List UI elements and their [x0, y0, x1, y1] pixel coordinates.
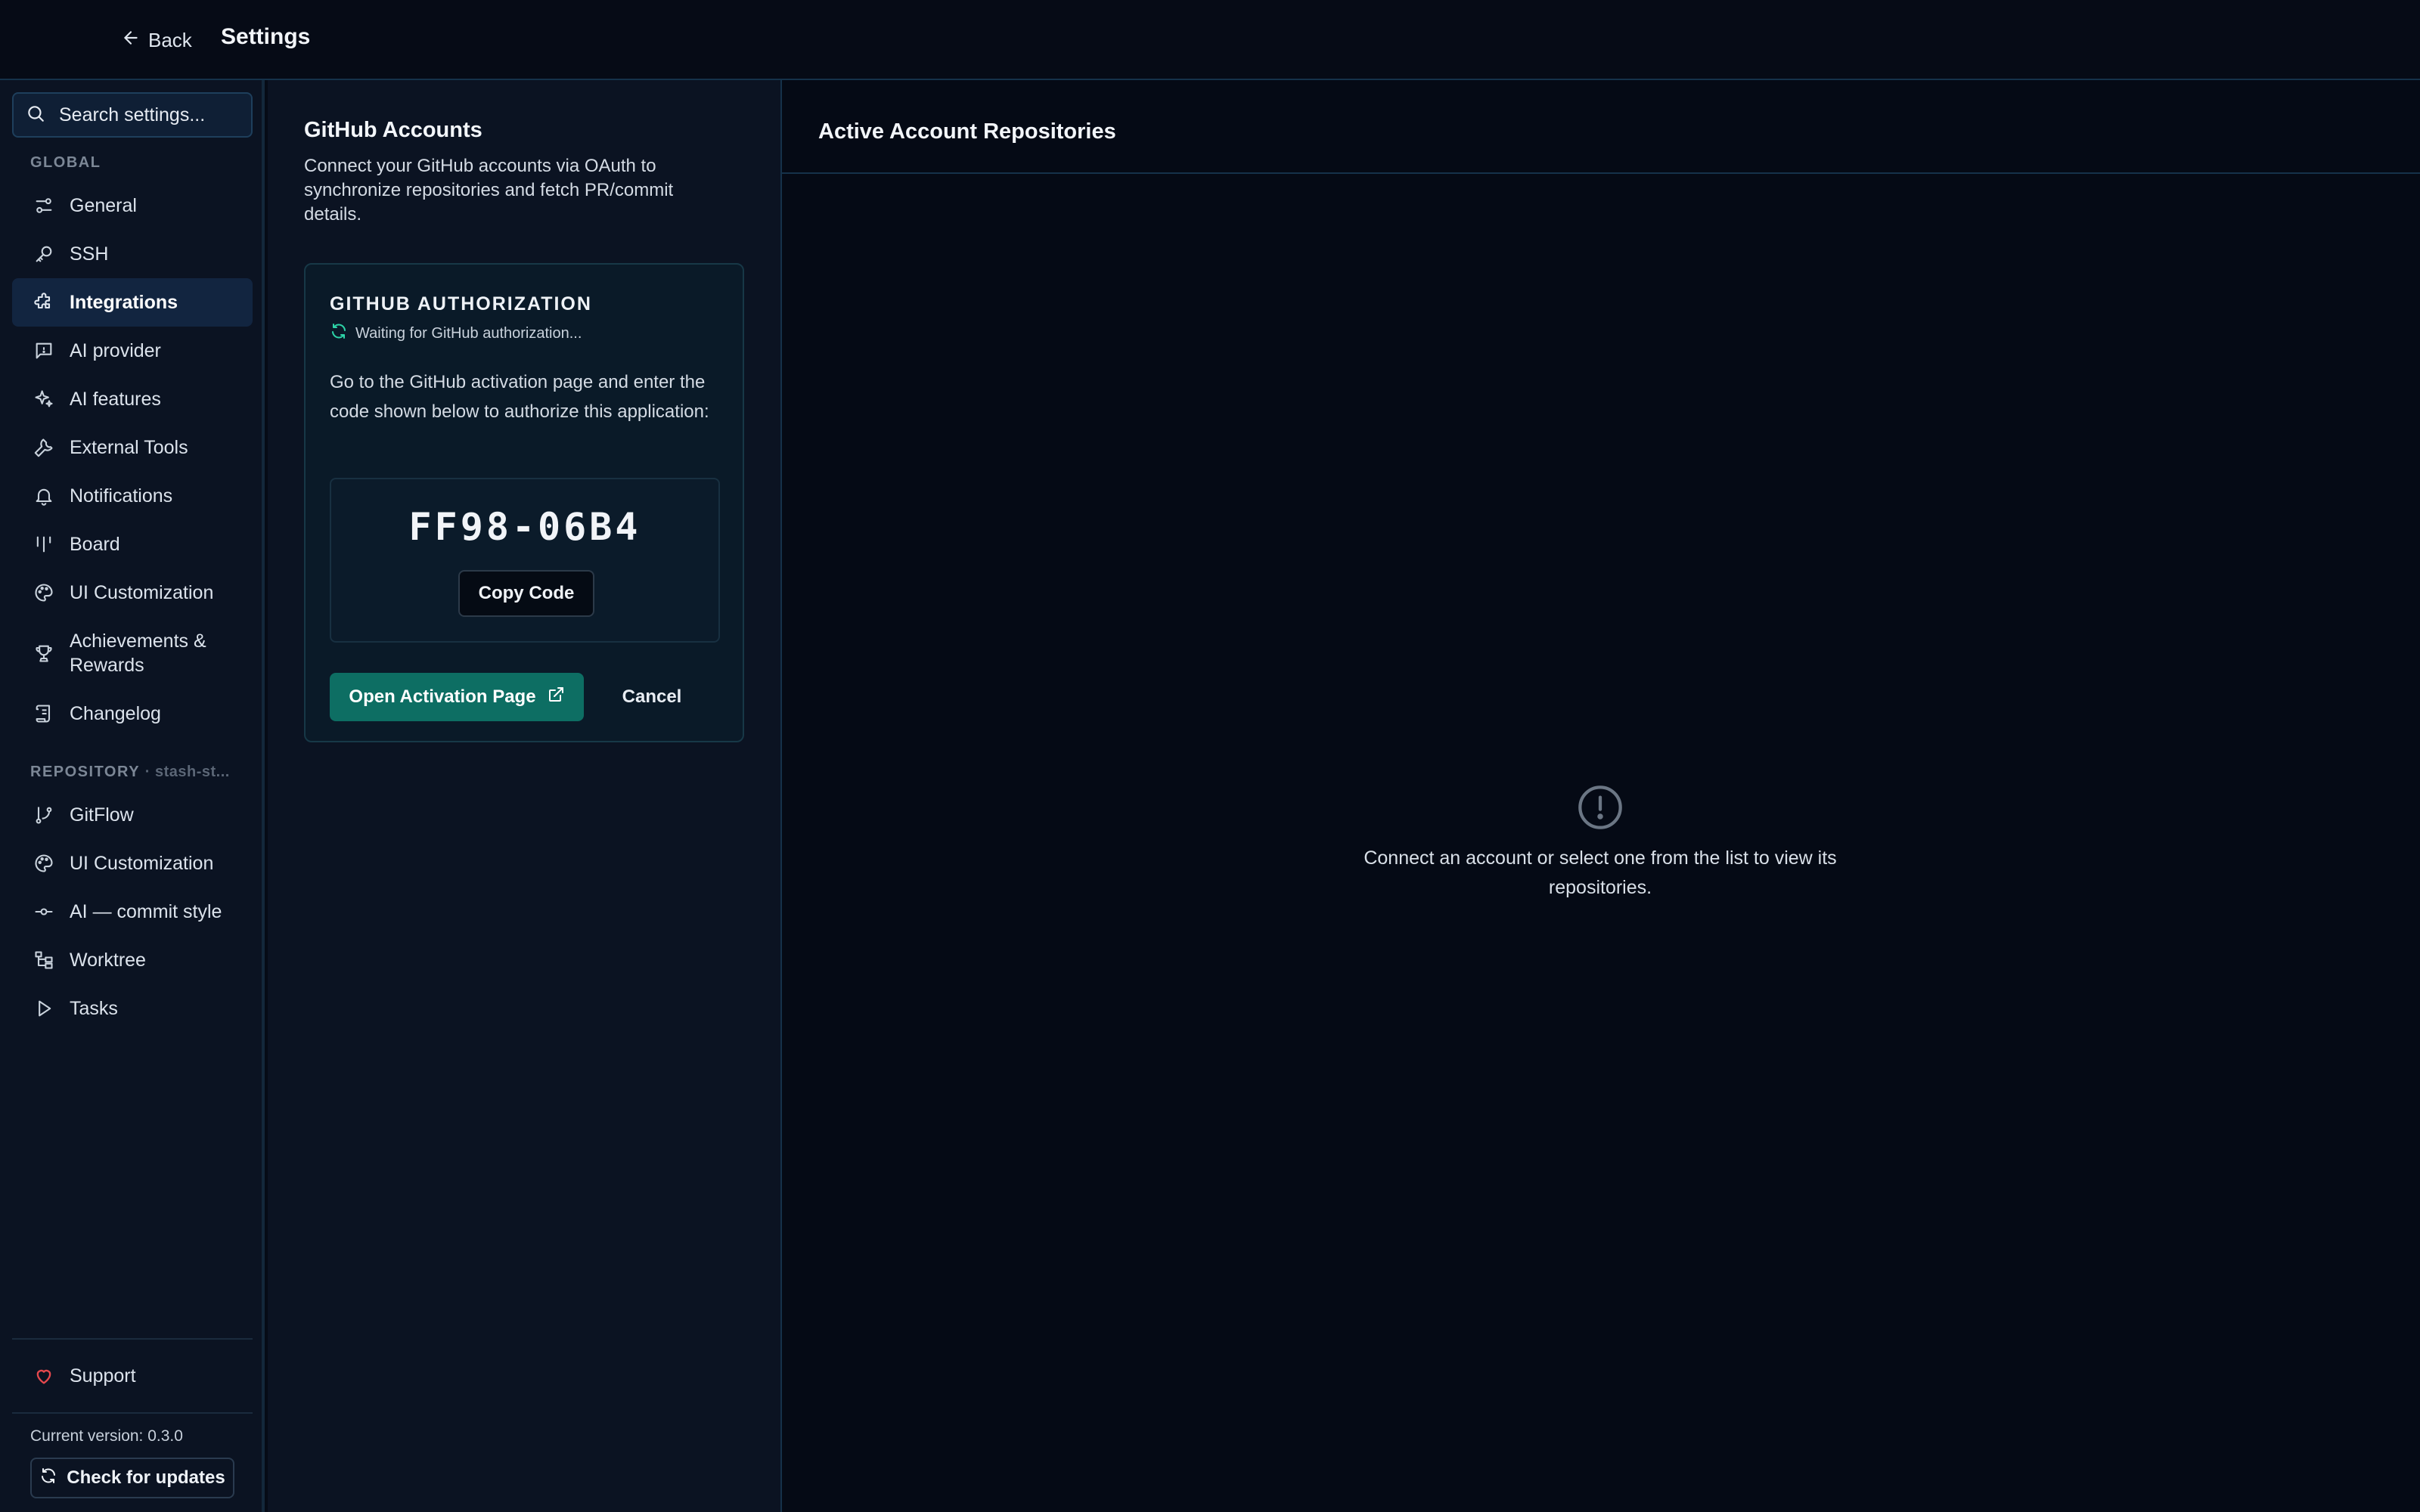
sidebar-item-label: UI Customization [70, 581, 214, 603]
check-updates-button[interactable]: Check for updates [30, 1458, 234, 1498]
message-icon [33, 340, 54, 361]
git-commit-icon [33, 901, 54, 922]
github-accounts-panel: GitHub Accounts Connect your GitHub acco… [268, 80, 782, 1512]
sidebar-item-external-tools[interactable]: External Tools [12, 423, 253, 472]
sidebar-item-label: GitFlow [70, 804, 134, 826]
sidebar-item-board[interactable]: Board [12, 520, 253, 569]
wrench-icon [33, 437, 54, 458]
trophy-icon [33, 643, 54, 664]
heart-icon [33, 1365, 54, 1387]
sliders-icon [33, 195, 54, 216]
sidebar-divider [12, 1412, 253, 1414]
sidebar-item-label: AI features [70, 388, 161, 410]
search-input[interactable] [59, 104, 240, 126]
github-authorization-card: GITHUB AUTHORIZATION Waiting for GitHub … [304, 263, 744, 742]
arrow-left-icon [121, 28, 141, 53]
auth-status-text: Waiting for GitHub authorization... [355, 324, 582, 342]
sidebar-item-label: Worktree [70, 949, 146, 971]
page-title: Settings [221, 24, 311, 49]
sidebar-item-worktree[interactable]: Worktree [12, 936, 253, 984]
sidebar-item-label: Integrations [70, 291, 178, 313]
open-activation-label: Open Activation Page [349, 686, 536, 707]
spinner-icon [330, 322, 348, 345]
sidebar-item-ai-features[interactable]: AI features [12, 375, 253, 423]
repositories-title: Active Account Repositories [818, 119, 1116, 144]
sidebar-item-label: UI Customization [70, 852, 214, 874]
top-bar: Back Settings [0, 0, 2420, 80]
auth-title: GITHUB AUTHORIZATION [330, 293, 592, 314]
settings-app: Back Settings GLOBAL General SSH Integra… [0, 0, 2420, 1512]
play-icon [33, 998, 54, 1019]
settings-sidebar: GLOBAL General SSH Integrations AI provi… [0, 80, 265, 1512]
sidebar-item-label: AI provider [70, 339, 161, 361]
sidebar-item-general[interactable]: General [12, 181, 253, 230]
repositories-panel: Active Account Repositories Connect an a… [782, 80, 2420, 1512]
sidebar-item-ai-commit-style[interactable]: AI — commit style [12, 888, 253, 936]
sidebar-item-label: Achievements & Rewards [70, 631, 206, 676]
sidebar-item-label: General [70, 194, 137, 216]
back-button[interactable]: Back [121, 23, 192, 57]
columns-icon [33, 534, 54, 555]
puzzle-icon [33, 292, 54, 313]
sidebar-item-label: External Tools [70, 436, 188, 458]
refresh-icon [39, 1467, 57, 1490]
key-icon [33, 243, 54, 265]
sidebar-divider [12, 1338, 253, 1340]
global-nav: General SSH Integrations AI provider AI … [12, 181, 253, 738]
sidebar-item-gitflow[interactable]: GitFlow [12, 791, 253, 839]
open-activation-page-button[interactable]: Open Activation Page [330, 673, 584, 721]
support-label: Support [70, 1365, 136, 1387]
sidebar-item-label: Notifications [70, 485, 173, 507]
tree-icon [33, 950, 54, 971]
repository-label: REPOSITORY [30, 764, 140, 780]
external-link-icon [547, 686, 565, 709]
repository-section-label: REPOSITORY · stash-st... [30, 764, 230, 781]
sidebar-item-ai-provider[interactable]: AI provider [12, 327, 253, 375]
palette-icon [33, 582, 54, 603]
copy-code-button[interactable]: Copy Code [458, 570, 594, 617]
search-box[interactable] [12, 92, 253, 138]
sidebar-item-label: Changelog [70, 702, 161, 724]
device-code-box: FF98-06B4 Copy Code [330, 478, 720, 643]
github-accounts-description: Connect your GitHub accounts via OAuth t… [304, 156, 674, 225]
sidebar-item-label: Board [70, 533, 120, 555]
palette-icon [33, 853, 54, 874]
bell-icon [33, 485, 54, 507]
device-code: FF98-06B4 [408, 505, 641, 549]
cancel-button[interactable]: Cancel [608, 673, 696, 721]
sidebar-item-notifications[interactable]: Notifications [12, 472, 253, 520]
support-link[interactable]: Support [12, 1352, 253, 1400]
auth-instructions: Go to the GitHub activation page and ent… [330, 372, 709, 422]
global-section-label: GLOBAL [30, 154, 101, 171]
sidebar-item-ui-customization[interactable]: UI Customization [12, 569, 253, 617]
search-icon [26, 104, 45, 127]
alert-circle-icon [1576, 783, 1624, 832]
sidebar-item-repo-ui-customization[interactable]: UI Customization [12, 839, 253, 888]
sidebar-item-changelog[interactable]: Changelog [12, 689, 253, 738]
version-text: Current version: 0.3.0 [30, 1427, 183, 1445]
back-label: Back [148, 28, 192, 51]
sidebar-item-integrations[interactable]: Integrations [12, 278, 253, 327]
sidebar-item-label: SSH [70, 243, 109, 265]
sidebar-item-achievements[interactable]: Achievements & Rewards [12, 617, 253, 689]
sidebar-item-tasks[interactable]: Tasks [12, 984, 253, 1033]
auth-status: Waiting for GitHub authorization... [330, 322, 582, 345]
repository-nav: GitFlow UI Customization AI — commit sty… [12, 791, 253, 1033]
scroll-icon [33, 703, 54, 724]
git-branch-icon [33, 804, 54, 826]
sidebar-item-ssh[interactable]: SSH [12, 230, 253, 278]
sidebar-item-label: AI — commit style [70, 900, 222, 922]
repository-name: · stash-st... [144, 764, 230, 780]
github-accounts-title: GitHub Accounts [304, 118, 482, 142]
sidebar-item-label: Tasks [70, 997, 118, 1019]
repositories-header: Active Account Repositories [782, 80, 2420, 174]
check-updates-label: Check for updates [67, 1467, 225, 1488]
sparkles-icon [33, 389, 54, 410]
repositories-empty-text: Connect an account or select one from th… [1364, 847, 1837, 898]
